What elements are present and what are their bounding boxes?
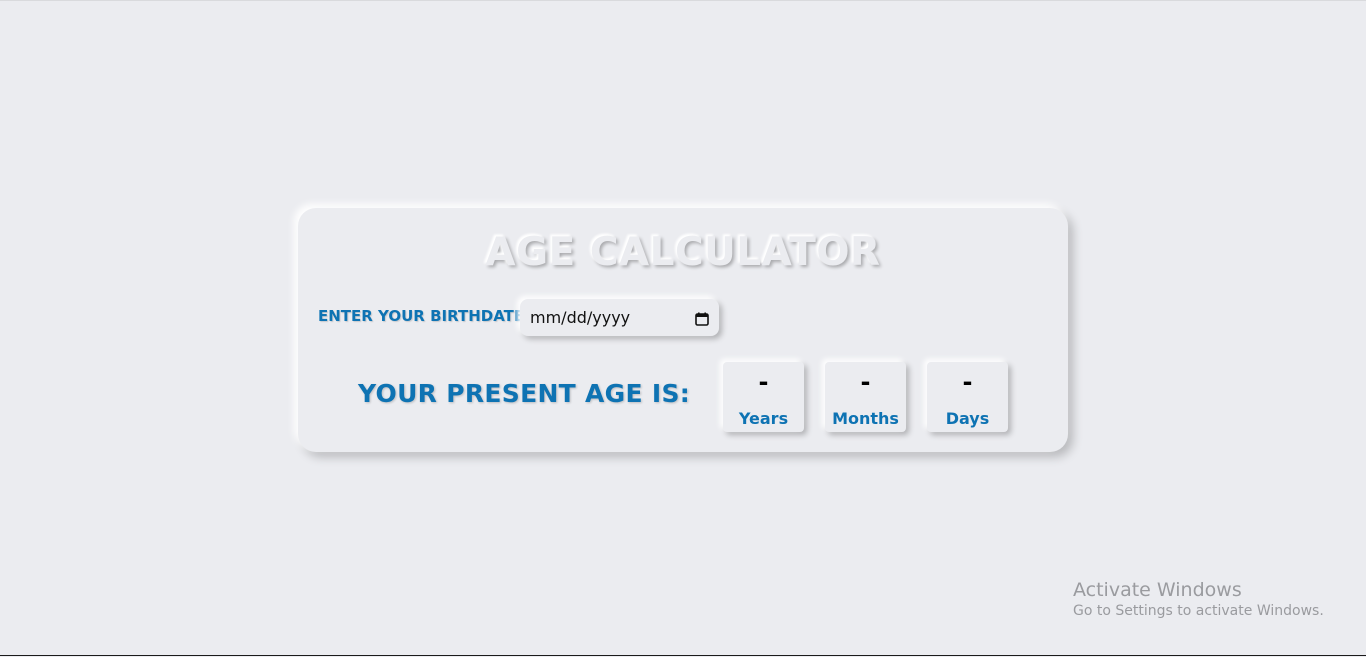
activate-windows-watermark: Activate Windows Go to Settings to activ… [1073,579,1324,619]
page: AGE CALCULATOR ENTER YOUR BIRTHDATE: mm/… [0,0,1366,656]
years-label: Years [738,409,789,428]
birthdate-input[interactable]: mm/dd/yyyy [520,299,719,336]
days-label: Days [945,409,990,428]
years-value: - [758,368,769,396]
days-box: - Days [927,362,1008,432]
present-age-label: YOUR PRESENT AGE IS: [358,379,691,408]
months-label: Months [832,409,899,428]
months-value: - [860,368,871,396]
watermark-subtitle: Go to Settings to activate Windows. [1073,603,1324,619]
calendar-icon[interactable] [695,311,709,326]
page-title: AGE CALCULATOR [485,230,881,275]
months-box: - Months [825,362,906,432]
days-value: - [962,368,973,396]
birthdate-placeholder: mm/dd/yyyy [530,308,631,327]
birthdate-label: ENTER YOUR BIRTHDATE: [318,307,531,325]
watermark-title: Activate Windows [1073,579,1242,601]
years-box: - Years [723,362,804,432]
age-calculator-card: AGE CALCULATOR ENTER YOUR BIRTHDATE: mm/… [298,208,1068,452]
